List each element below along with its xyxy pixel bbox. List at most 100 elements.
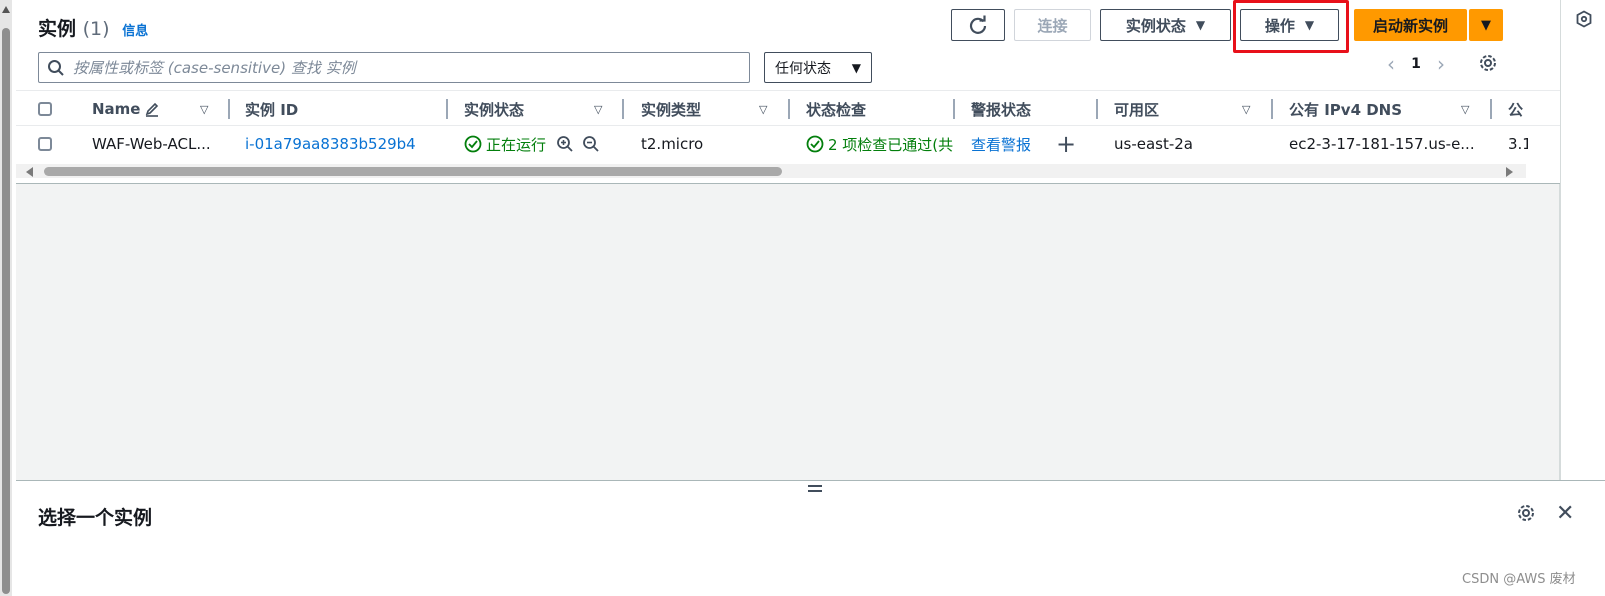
tools-strip	[1560, 0, 1605, 480]
caret-down-icon: ▼	[851, 60, 861, 75]
select-all-checkbox[interactable]	[38, 102, 52, 116]
zoom-in-icon[interactable]	[556, 135, 574, 153]
instance-state-button[interactable]: 实例状态 ▼	[1100, 9, 1231, 41]
caret-down-icon: ▼	[1195, 18, 1206, 32]
search-input[interactable]	[73, 58, 733, 77]
table-header: Name ▽ 实例 ID 实例状态 ▽ 实例类型 ▽ 状态检查 警报状态 可用区…	[16, 90, 1560, 126]
table-settings-gear-icon[interactable]	[1478, 53, 1498, 73]
cell-public-dns: ec2-3-17-181-157.us-e...	[1289, 135, 1475, 153]
cell-name: WAF-Web-ACL...	[92, 135, 211, 153]
row-select-cell	[38, 126, 52, 162]
sort-icon[interactable]: ▽	[594, 103, 602, 116]
launch-label: 启动新实例	[1372, 16, 1448, 35]
close-icon[interactable]: ✕	[1556, 501, 1574, 526]
cell-instance-id-link[interactable]: i-01a79aa8383b529b4	[245, 126, 440, 162]
sort-icon[interactable]: ▽	[759, 103, 767, 116]
view-alarms-link[interactable]: 查看警报	[971, 126, 1051, 162]
column-divider[interactable]	[1271, 99, 1273, 119]
search-icon	[48, 59, 64, 76]
scroll-right-icon[interactable]	[1506, 167, 1513, 177]
notifications-hex-icon[interactable]	[1575, 10, 1593, 28]
edit-pencil-icon	[146, 102, 159, 117]
success-check-icon	[806, 135, 824, 153]
table-row[interactable]: WAF-Web-ACL... i-01a79aa8383b529b4 正在运行	[16, 126, 1560, 162]
watermark-text: CSDN @AWS 废材	[1462, 572, 1576, 587]
cell-availability-zone: us-east-2a	[1114, 135, 1193, 153]
caret-down-icon: ▼	[1481, 17, 1491, 33]
launch-dropdown-button[interactable]: ▼	[1469, 9, 1503, 41]
column-divider[interactable]	[446, 99, 448, 119]
empty-content-area	[16, 184, 1560, 480]
select-all-cell	[38, 91, 52, 127]
ec2-console: 实例 (1) 信息 连接 实例状态 ▼ 操作 ▼ 启动新实例 ▼ 按属性或标签 …	[0, 0, 1605, 596]
row-checkbox[interactable]	[38, 137, 52, 151]
state-filter-select[interactable]: 任何状态 ▼	[764, 52, 872, 83]
sort-icon[interactable]: ▽	[1242, 103, 1250, 116]
column-header-name[interactable]: Name ▽	[92, 91, 222, 127]
instance-count: (1)	[82, 18, 110, 40]
column-label: 警报状态	[971, 100, 1032, 119]
column-label: 实例 ID	[245, 100, 299, 119]
column-label: 实例类型	[641, 100, 702, 119]
instance-state-label: 实例状态	[1125, 16, 1186, 35]
instances-panel: 实例 (1) 信息 连接 实例状态 ▼ 操作 ▼ 启动新实例 ▼ 按属性或标签 …	[16, 0, 1560, 184]
connect-button[interactable]: 连接	[1014, 9, 1091, 41]
state-filter-value: 任何状态	[775, 60, 831, 77]
cell-public-ip: 3.1	[1508, 135, 1528, 153]
column-divider[interactable]	[228, 99, 230, 119]
sort-icon[interactable]: ▽	[1461, 103, 1469, 116]
column-label: 公有 IPv4 DNS	[1289, 100, 1403, 119]
column-divider[interactable]	[953, 99, 955, 119]
column-header-public-dns[interactable]: 公有 IPv4 DNS ▽	[1289, 91, 1489, 127]
column-divider[interactable]	[1490, 99, 1492, 119]
cell-status-check: 2 项检查已通过(共	[806, 126, 953, 162]
actions-button[interactable]: 操作 ▼	[1240, 9, 1339, 41]
sort-icon[interactable]: ▽	[200, 103, 208, 116]
caret-down-icon: ▼	[1304, 18, 1315, 32]
connect-label: 连接	[1037, 16, 1068, 35]
cell-instance-type: t2.micro	[641, 135, 704, 153]
column-divider[interactable]	[622, 99, 624, 119]
column-label: 实例状态	[464, 100, 525, 119]
page-number[interactable]: 1	[1406, 56, 1426, 72]
column-header-instance-state[interactable]: 实例状态 ▽	[464, 91, 614, 127]
refresh-button[interactable]	[951, 9, 1005, 41]
column-label: Name	[92, 100, 141, 118]
add-alarm-plus-icon[interactable]: +	[1056, 126, 1076, 162]
search-field[interactable]	[38, 52, 750, 83]
scroll-left-icon[interactable]	[26, 167, 33, 177]
scrollbar-thumb[interactable]	[44, 167, 782, 176]
column-header-instance-id[interactable]: 实例 ID	[245, 91, 298, 127]
table-horizontal-scrollbar[interactable]	[16, 164, 1526, 178]
scrollbar-thumb[interactable]	[2, 28, 10, 594]
column-header-status-check[interactable]: 状态检查	[806, 91, 866, 127]
instance-state-text: 正在运行	[486, 135, 547, 154]
actions-label: 操作	[1264, 16, 1295, 35]
column-divider[interactable]	[788, 99, 790, 119]
split-panel: 选择一个实例 ✕	[16, 480, 1605, 596]
split-panel-title: 选择一个实例	[38, 507, 153, 529]
title-text: 实例	[38, 18, 77, 40]
column-label: 公	[1508, 100, 1524, 119]
info-link[interactable]: 信息	[122, 24, 148, 39]
prev-page-icon[interactable]: ‹	[1376, 52, 1406, 76]
page-title: 实例 (1) 信息	[38, 14, 148, 41]
column-header-availability-zone[interactable]: 可用区 ▽	[1114, 91, 1264, 127]
column-label: 可用区	[1114, 100, 1160, 119]
column-label: 状态检查	[806, 100, 867, 119]
column-header-public-ip[interactable]: 公	[1508, 91, 1548, 127]
success-check-icon	[464, 135, 482, 153]
column-header-instance-type[interactable]: 实例类型 ▽	[641, 91, 781, 127]
split-panel-settings-gear-icon[interactable]	[1516, 503, 1536, 523]
status-check-text: 2 项检查已通过(共	[828, 135, 953, 154]
scroll-up-icon[interactable]	[2, 6, 10, 13]
refresh-icon	[969, 15, 987, 34]
column-divider[interactable]	[1096, 99, 1098, 119]
zoom-out-icon[interactable]	[582, 135, 600, 153]
resize-handle-icon[interactable]	[808, 485, 822, 495]
pagination: ‹ 1 ›	[1376, 52, 1456, 76]
column-header-alarm-status[interactable]: 警报状态	[971, 91, 1031, 127]
launch-instance-button[interactable]: 启动新实例	[1354, 9, 1467, 41]
window-scrollbar[interactable]	[0, 0, 12, 596]
next-page-icon[interactable]: ›	[1426, 52, 1456, 76]
